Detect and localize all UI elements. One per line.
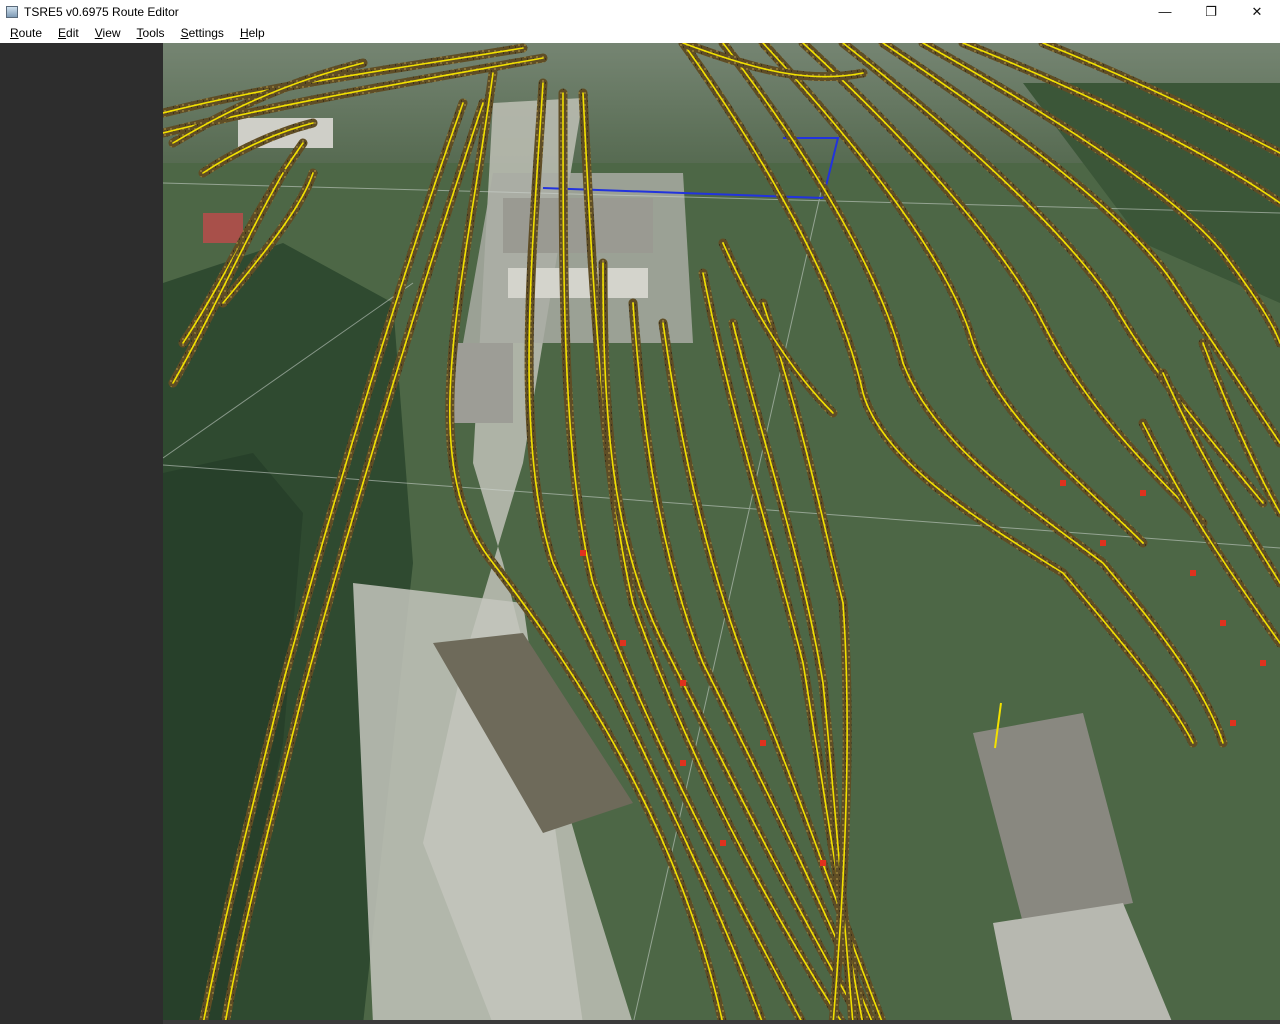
menu-edit[interactable]: Edit — [48, 23, 85, 43]
switch-marker[interactable] — [620, 640, 626, 646]
switch-marker[interactable] — [1190, 570, 1196, 576]
switch-marker[interactable] — [820, 860, 826, 866]
switch-marker[interactable] — [760, 740, 766, 746]
shed-building — [453, 343, 513, 423]
app-window: TSRE5 v0.6975 Route Editor — ❐ ✕ Route E… — [0, 0, 1280, 1024]
terrain-scene — [163, 43, 1280, 1024]
switch-marker[interactable] — [1260, 660, 1266, 666]
switch-marker[interactable] — [1100, 540, 1106, 546]
warehouse-building — [503, 198, 653, 253]
menu-bar: Route Edit View Tools Settings Help — [0, 23, 1280, 43]
app-icon — [6, 5, 18, 18]
window-title: TSRE5 v0.6975 Route Editor — [24, 4, 179, 19]
switch-marker[interactable] — [580, 550, 586, 556]
red-roof-building — [203, 213, 243, 243]
menu-help[interactable]: Help — [230, 23, 271, 43]
3d-viewport[interactable] — [163, 43, 1280, 1024]
switch-marker[interactable] — [1230, 720, 1236, 726]
tool-panel — [0, 43, 163, 1024]
switch-marker[interactable] — [1060, 480, 1066, 486]
close-button[interactable]: ✕ — [1234, 0, 1280, 23]
status-strip — [163, 1020, 1280, 1024]
menu-settings[interactable]: Settings — [171, 23, 230, 43]
switch-marker[interactable] — [1140, 490, 1146, 496]
restore-icon: ❐ — [1205, 3, 1217, 19]
menu-route[interactable]: Route — [0, 23, 48, 43]
switch-marker[interactable] — [720, 840, 726, 846]
title-bar[interactable]: TSRE5 v0.6975 Route Editor — ❐ ✕ — [0, 0, 1280, 23]
window-controls: — ❐ ✕ — [1142, 0, 1280, 23]
switch-marker[interactable] — [680, 680, 686, 686]
menu-tools[interactable]: Tools — [127, 23, 171, 43]
minimize-button[interactable]: — — [1142, 0, 1188, 23]
restore-button[interactable]: ❐ — [1188, 0, 1234, 23]
menu-view[interactable]: View — [85, 23, 127, 43]
close-icon: ✕ — [1251, 3, 1263, 19]
minimize-icon: — — [1158, 4, 1172, 19]
switch-marker[interactable] — [680, 760, 686, 766]
switch-marker[interactable] — [1220, 620, 1226, 626]
